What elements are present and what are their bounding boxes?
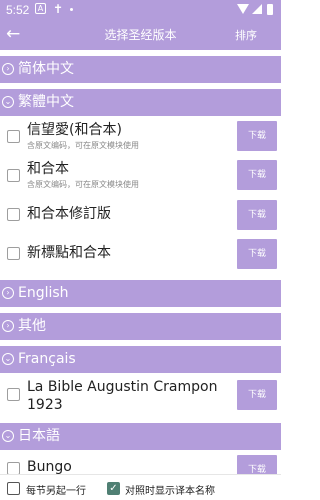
cross-icon: ✝ xyxy=(53,2,64,16)
dot-icon xyxy=(70,8,73,11)
download-button[interactable]: 下载 xyxy=(237,200,277,230)
section-french[interactable]: ⌄ Français xyxy=(0,346,281,373)
toolbar: ← 选择圣经版本 排序 xyxy=(0,20,281,50)
version-desc: 含原文编码，可在原文模块使用 xyxy=(27,141,139,150)
section-english[interactable]: › English xyxy=(0,280,281,307)
new-line-checkbox[interactable] xyxy=(7,482,20,495)
version-name-line2: 1923 xyxy=(27,397,63,413)
list-item: 和合本修訂版 下载 xyxy=(0,198,281,234)
section-label: 日本語 xyxy=(18,428,60,444)
section-label: Français xyxy=(18,351,76,367)
chevron-down-icon: ⌄ xyxy=(2,353,14,365)
version-checkbox[interactable] xyxy=(7,130,20,143)
list-item: La Bible Augustin Crampon 1923 下载 xyxy=(0,376,281,418)
chevron-down-icon: ⌄ xyxy=(2,96,14,108)
battery-icon xyxy=(267,4,273,15)
list-item: 信望愛(和合本) 含原文编码，可在原文模块使用 下载 xyxy=(0,118,281,156)
chevron-right-icon: › xyxy=(2,63,14,75)
section-label: 简体中文 xyxy=(18,61,74,77)
chevron-down-icon: ⌄ xyxy=(2,430,14,442)
chevron-right-icon: › xyxy=(2,287,14,299)
download-button[interactable]: 下载 xyxy=(237,160,277,190)
download-button[interactable]: 下载 xyxy=(237,380,277,410)
section-simplified-chinese[interactable]: › 简体中文 xyxy=(0,56,281,83)
version-checkbox[interactable] xyxy=(7,388,20,401)
version-name: 和合本 xyxy=(27,161,69,177)
sort-button[interactable]: 排序 xyxy=(235,27,257,43)
list-item: 新標點和合本 下载 xyxy=(0,237,281,273)
a-box-icon: A xyxy=(35,3,46,14)
show-name-label[interactable]: 对照时显示译本名称 xyxy=(125,482,215,497)
section-traditional-chinese[interactable]: ⌄ 繁體中文 xyxy=(0,89,281,116)
signal-icon xyxy=(252,4,262,14)
section-label: English xyxy=(18,285,69,301)
chevron-right-icon: › xyxy=(2,320,14,332)
wifi-icon xyxy=(237,4,249,14)
download-button[interactable]: 下载 xyxy=(237,121,277,151)
version-checkbox[interactable] xyxy=(7,247,20,260)
status-bar: 5:52 A ✝ xyxy=(0,0,281,20)
section-japanese[interactable]: ⌄ 日本語 xyxy=(0,423,281,450)
section-label: 其他 xyxy=(18,318,46,334)
new-line-label[interactable]: 每节另起一行 xyxy=(26,482,86,497)
download-button[interactable]: 下载 xyxy=(237,239,277,269)
bottom-options-bar: 每节另起一行 ✓ 对照时显示译本名称 xyxy=(0,474,281,500)
version-name: 新標點和合本 xyxy=(27,245,111,261)
show-name-checkbox[interactable]: ✓ xyxy=(107,482,120,495)
list-item: 和合本 含原文编码，可在原文模块使用 下载 xyxy=(0,158,281,194)
version-checkbox[interactable] xyxy=(7,208,20,221)
status-time: 5:52 xyxy=(6,3,30,17)
version-checkbox[interactable] xyxy=(7,169,20,182)
version-name: La Bible Augustin Crampon xyxy=(27,379,218,395)
section-other[interactable]: › 其他 xyxy=(0,313,281,340)
version-name: 信望愛(和合本) xyxy=(27,122,122,138)
section-label: 繁體中文 xyxy=(18,94,74,110)
version-name: 和合本修訂版 xyxy=(27,206,111,222)
version-desc: 含原文编码，可在原文模块使用 xyxy=(27,180,139,189)
